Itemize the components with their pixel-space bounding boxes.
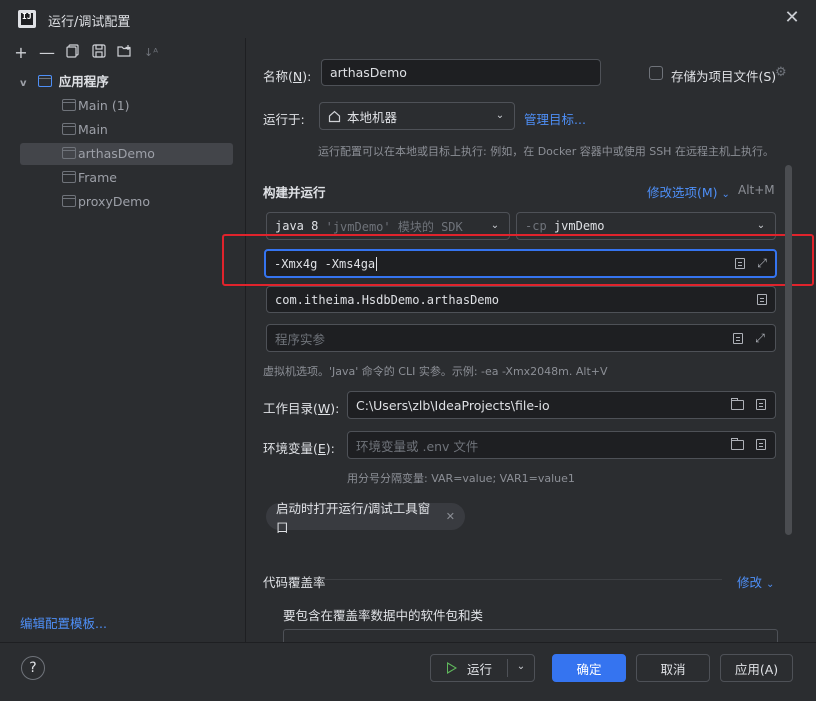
coverage-packages-list[interactable]: [283, 629, 778, 642]
open-tool-window-option-label: 启动时打开运行/调试工具窗口: [276, 500, 431, 535]
manage-targets-link[interactable]: 管理目标...: [524, 109, 586, 128]
program-arguments-input[interactable]: 程序实参: [266, 324, 776, 352]
copy-icon[interactable]: [64, 44, 82, 62]
application-folder-icon: [38, 75, 53, 87]
application-config-icon: [62, 195, 76, 207]
coverage-subtitle: 要包含在覆盖率数据中的软件包和类: [283, 608, 484, 623]
program-arguments-placeholder: 程序实参: [275, 331, 326, 347]
build-and-run-title: 构建并运行: [263, 185, 326, 200]
run-icon: [447, 662, 457, 674]
open-tool-window-option-chip[interactable]: 启动时打开运行/调试工具窗口 ✕: [266, 501, 465, 535]
save-icon[interactable]: [90, 44, 108, 62]
run-on-label: 运行于:: [263, 112, 305, 127]
folder-icon[interactable]: [731, 398, 744, 410]
document-icon[interactable]: [756, 399, 766, 410]
close-icon[interactable]: ✕: [782, 8, 802, 28]
highlight-annotation-box: [222, 234, 814, 286]
tree-item-label: proxyDemo: [78, 194, 150, 209]
form-scrollbar[interactable]: [785, 165, 792, 535]
env-variables-hint: 用分号分隔变量: VAR=value; VAR1=value1: [347, 472, 575, 485]
working-directory-input[interactable]: C:\Users\zlb\IdeaProjects\file-io: [347, 391, 776, 419]
modify-options-shortcut: Alt+M: [738, 183, 775, 197]
intellij-logo-icon: IJ: [18, 10, 36, 28]
home-icon: [328, 110, 341, 123]
chevron-down-icon[interactable]: ⌄: [490, 221, 500, 231]
tree-item-label: Main: [78, 122, 108, 137]
store-as-project-file-checkbox[interactable]: [649, 66, 663, 80]
tree-item[interactable]: Frame: [20, 167, 233, 189]
tree-item[interactable]: proxyDemo: [20, 191, 233, 213]
ok-button[interactable]: 确定: [552, 654, 626, 682]
run-button-label: 运行: [467, 661, 493, 677]
application-config-icon: [62, 99, 76, 111]
window-title: 运行/调试配置: [48, 15, 131, 30]
classpath-value: jvmDemo: [553, 219, 605, 233]
sort-icon[interactable]: ↓ᴬ: [142, 44, 160, 62]
chevron-down-icon[interactable]: ⌄: [756, 221, 766, 231]
tree-item[interactable]: Main: [20, 119, 233, 141]
code-coverage-title: 代码覆盖率: [263, 575, 326, 590]
tree-item-selected[interactable]: arthasDemo: [20, 143, 233, 165]
chevron-down-icon[interactable]: ⌄: [495, 111, 505, 121]
tree-item-label: arthasDemo: [78, 146, 155, 161]
section-divider: [322, 579, 722, 580]
help-button[interactable]: ?: [21, 656, 45, 680]
gear-icon[interactable]: ⚙: [775, 66, 789, 80]
name-label: 名称(N):: [263, 69, 312, 84]
application-config-icon: [62, 171, 76, 183]
env-variables-placeholder: 环境变量或 .env 文件: [356, 438, 479, 454]
cancel-button[interactable]: 取消: [636, 654, 710, 682]
modify-options-link[interactable]: 修改选项(M) ⌄: [647, 182, 730, 201]
name-input[interactable]: arthasDemo: [321, 59, 601, 86]
tree-item-label: Main (1): [78, 98, 130, 113]
apply-button[interactable]: 应用(A): [720, 654, 793, 682]
folder-icon[interactable]: [731, 438, 744, 450]
run-on-value: 本地机器: [347, 109, 398, 125]
classpath-prefix: -cp: [525, 219, 547, 233]
tree-item[interactable]: Main (1): [20, 95, 233, 117]
document-icon[interactable]: [756, 439, 766, 450]
edit-templates-link[interactable]: 编辑配置模板...: [20, 613, 107, 632]
env-variables-label: 环境变量(E):: [263, 441, 335, 456]
add-icon[interactable]: +: [12, 44, 30, 62]
remove-option-icon[interactable]: ✕: [446, 510, 455, 523]
working-directory-label: 工作目录(W):: [263, 401, 340, 416]
jre-detail: 'jvmDemo' 模块的 SDK: [325, 219, 463, 234]
coverage-modify-link[interactable]: 修改 ⌄: [737, 572, 774, 591]
tree-item-label: Frame: [78, 170, 117, 185]
vm-options-hint: 虚拟机选项。'Java' 命令的 CLI 实参。示例: -ea -Xmx2048…: [263, 365, 608, 378]
store-as-project-file-label: 存储为项目文件(S): [671, 69, 777, 84]
application-config-icon: [62, 147, 76, 159]
application-config-icon: [62, 123, 76, 135]
document-icon[interactable]: [733, 333, 743, 344]
remove-icon[interactable]: —: [38, 44, 56, 62]
run-on-hint: 运行配置可以在本地或目标上执行: 例如，在 Docker 容器中或使用 SSH …: [318, 145, 774, 158]
document-icon[interactable]: [757, 294, 767, 305]
chevron-down-icon[interactable]: ⌄: [516, 662, 526, 672]
run-on-select[interactable]: 本地机器: [319, 102, 515, 130]
expand-icon[interactable]: ⤢: [754, 332, 766, 344]
env-variables-input[interactable]: 环境变量或 .env 文件: [347, 431, 776, 459]
new-folder-icon[interactable]: [116, 44, 134, 62]
jre-value: java 8: [275, 219, 319, 233]
main-class-input[interactable]: com.itheima.HsdbDemo.arthasDemo: [266, 286, 776, 313]
chevron-down-icon[interactable]: v: [20, 73, 34, 95]
tree-group-application[interactable]: v 应用程序: [20, 71, 109, 93]
tree-group-label: 应用程序: [58, 74, 109, 89]
run-split-divider: [507, 659, 508, 677]
